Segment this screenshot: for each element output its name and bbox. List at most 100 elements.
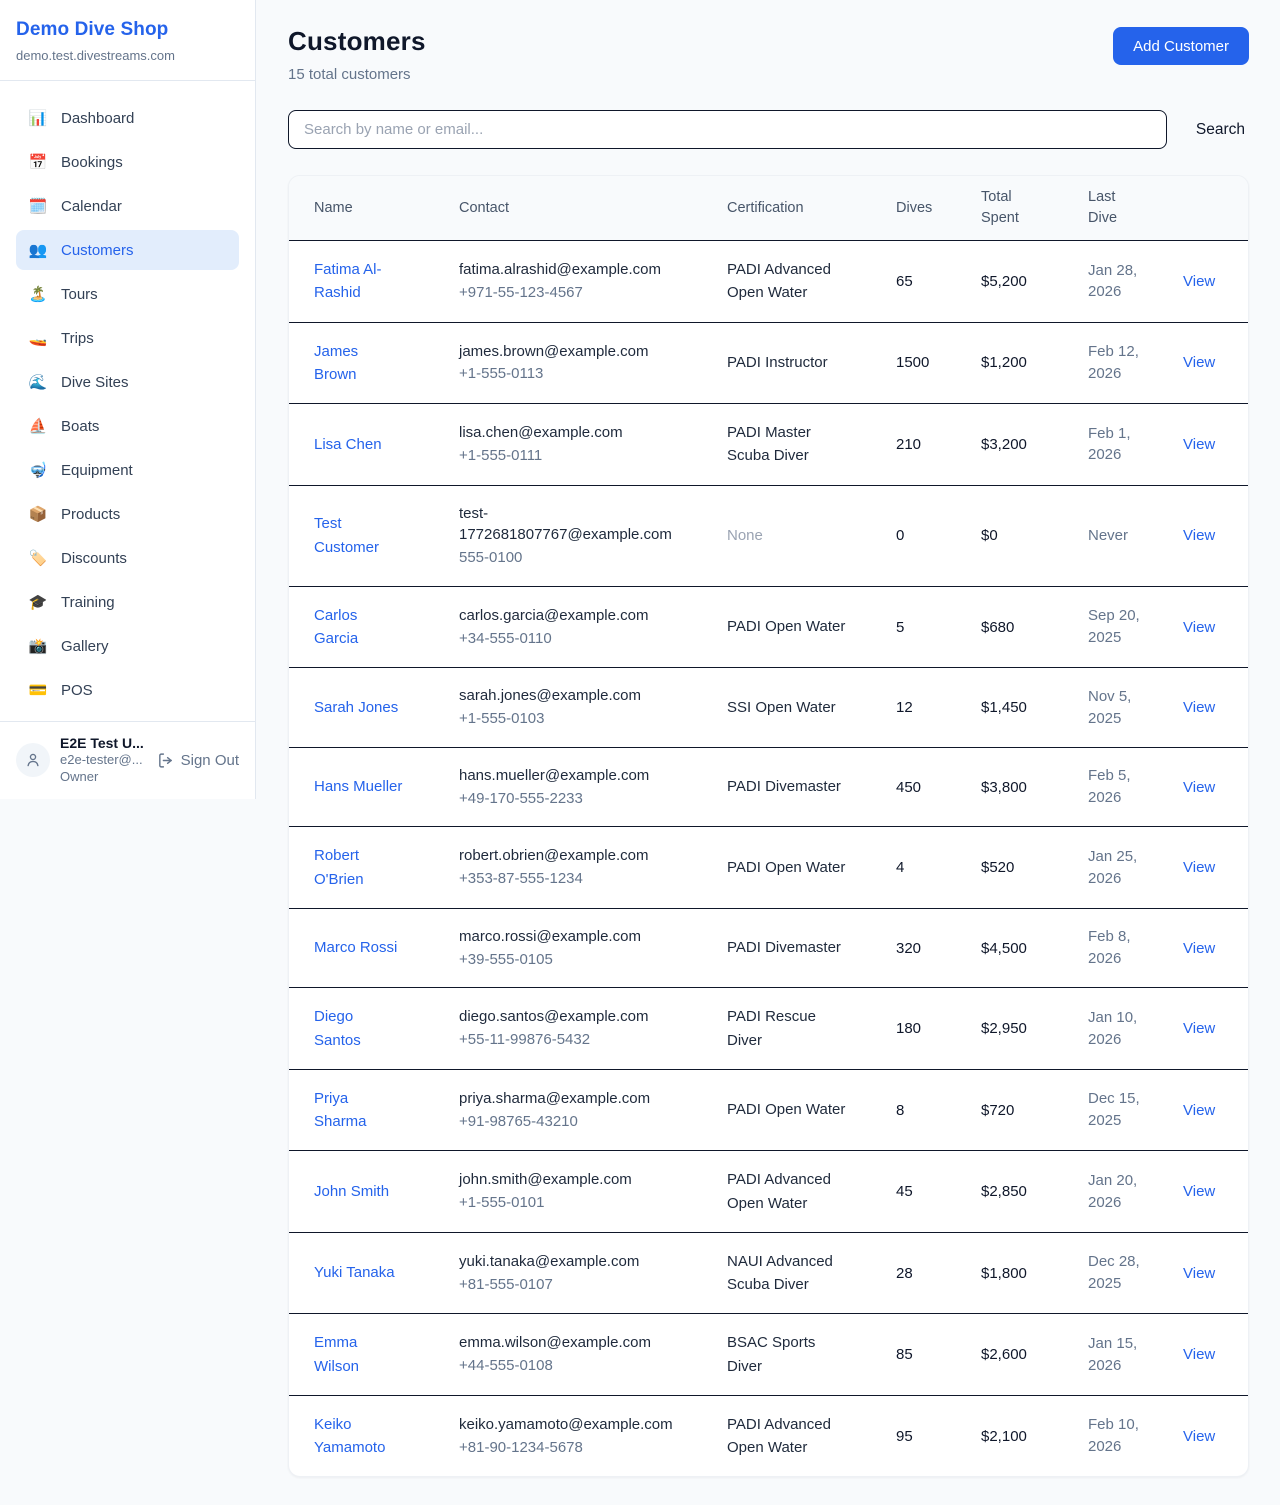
- customer-total-spent: $680: [965, 586, 1072, 668]
- view-link[interactable]: View: [1183, 527, 1215, 544]
- customer-name-link[interactable]: Robert O'Brien: [314, 844, 404, 891]
- customer-phone: +971-55-123-4567: [459, 282, 695, 304]
- search-button[interactable]: Search: [1192, 121, 1249, 139]
- view-link[interactable]: View: [1183, 1020, 1215, 1037]
- customer-name-link[interactable]: Lisa Chen: [314, 433, 382, 456]
- wave-icon: 🌊: [28, 373, 48, 391]
- view-link[interactable]: View: [1183, 1346, 1215, 1363]
- table-row: Test Customer test-1772681807767@example…: [289, 485, 1248, 586]
- view-link[interactable]: View: [1183, 1102, 1215, 1119]
- sidebar-item-dashboard[interactable]: 📊 Dashboard: [16, 98, 239, 138]
- user-name: E2E Test U...: [60, 735, 147, 753]
- customer-name-link[interactable]: Keiko Yamamoto: [314, 1413, 404, 1460]
- customer-name-link[interactable]: Marco Rossi: [314, 936, 397, 959]
- sidebar-item-training[interactable]: 🎓 Training: [16, 582, 239, 622]
- customer-phone: +39-555-0105: [459, 949, 695, 971]
- customer-last-dive: Never: [1088, 525, 1128, 547]
- table-row: Lisa Chen lisa.chen@example.com +1-555-0…: [289, 404, 1248, 486]
- page-header-text: Customers 15 total customers: [288, 26, 426, 83]
- sidebar-item-trips[interactable]: 🚤 Trips: [16, 318, 239, 358]
- customer-certification: PADI Open Water: [727, 856, 845, 879]
- customer-certification: PADI Open Water: [727, 1098, 845, 1121]
- customer-certification: PADI Rescue Diver: [727, 1005, 849, 1052]
- customer-certification: PADI Instructor: [727, 351, 828, 374]
- customer-phone: +44-555-0108: [459, 1355, 695, 1377]
- customer-email: yuki.tanaka@example.com: [459, 1251, 639, 1273]
- view-link[interactable]: View: [1183, 1265, 1215, 1282]
- customer-name-link[interactable]: John Smith: [314, 1180, 389, 1203]
- customer-name-link[interactable]: Emma Wilson: [314, 1331, 404, 1378]
- view-link[interactable]: View: [1183, 436, 1215, 453]
- customer-name-link[interactable]: Test Customer: [314, 512, 404, 559]
- customer-email: keiko.yamamoto@example.com: [459, 1414, 673, 1436]
- sign-out-button[interactable]: Sign Out: [157, 752, 239, 769]
- island-icon: 🏝️: [28, 285, 48, 303]
- sidebar-item-boats[interactable]: ⛵ Boats: [16, 406, 239, 446]
- customer-phone: +49-170-555-2233: [459, 788, 695, 810]
- customer-name-link[interactable]: Hans Mueller: [314, 775, 402, 798]
- view-link[interactable]: View: [1183, 273, 1215, 290]
- sidebar-item-bookings[interactable]: 📅 Bookings: [16, 142, 239, 182]
- customer-name-link[interactable]: Fatima Al-Rashid: [314, 258, 404, 305]
- customer-last-dive: Nov 5, 2025: [1088, 686, 1150, 730]
- view-link[interactable]: View: [1183, 1183, 1215, 1200]
- customer-last-dive: Jan 28, 2026: [1088, 260, 1150, 304]
- customer-total-spent: $5,200: [965, 241, 1072, 323]
- customer-total-spent: $4,500: [965, 908, 1072, 988]
- customer-certification: None: [727, 524, 763, 547]
- sidebar-item-calendar[interactable]: 🗓️ Calendar: [16, 186, 239, 226]
- view-link[interactable]: View: [1183, 354, 1215, 371]
- sidebar-item-gallery[interactable]: 📸 Gallery: [16, 626, 239, 666]
- customer-name-link[interactable]: Sarah Jones: [314, 696, 398, 719]
- view-link[interactable]: View: [1183, 859, 1215, 876]
- sidebar-header: Demo Dive Shop demo.test.divestreams.com: [0, 0, 255, 81]
- table-row: James Brown james.brown@example.com +1-5…: [289, 322, 1248, 404]
- sidebar-item-products[interactable]: 📦 Products: [16, 494, 239, 534]
- customer-total-spent: $0: [965, 485, 1072, 586]
- col-header-action: [1167, 176, 1248, 241]
- customer-certification: SSI Open Water: [727, 696, 836, 719]
- customer-dives: 28: [880, 1232, 965, 1314]
- col-header-total-spent: Total Spent: [965, 176, 1072, 241]
- shop-domain: demo.test.divestreams.com: [16, 48, 239, 63]
- customer-phone: +1-555-0111: [459, 445, 695, 467]
- sidebar-item-pos[interactable]: 💳 POS: [16, 670, 239, 710]
- add-customer-button[interactable]: Add Customer: [1113, 27, 1249, 65]
- camera-icon: 📸: [28, 637, 48, 655]
- customer-count: 15 total customers: [288, 66, 426, 83]
- customer-total-spent: $520: [965, 827, 1072, 909]
- view-link[interactable]: View: [1183, 619, 1215, 636]
- table-row: Emma Wilson emma.wilson@example.com +44-…: [289, 1314, 1248, 1396]
- sidebar-item-dive-sites[interactable]: 🌊 Dive Sites: [16, 362, 239, 402]
- customer-certification: PADI Open Water: [727, 615, 845, 638]
- customers-table-card: Name Contact Certification Dives Total S…: [288, 175, 1249, 1477]
- customer-name-link[interactable]: Yuki Tanaka: [314, 1261, 395, 1284]
- customer-phone: +353-87-555-1234: [459, 868, 695, 890]
- customer-dives: 45: [880, 1151, 965, 1233]
- sidebar-item-discounts[interactable]: 🏷️ Discounts: [16, 538, 239, 578]
- customer-name-link[interactable]: Priya Sharma: [314, 1087, 404, 1134]
- search-input[interactable]: [288, 110, 1167, 149]
- table-row: Diego Santos diego.santos@example.com +5…: [289, 988, 1248, 1070]
- customer-total-spent: $1,200: [965, 322, 1072, 404]
- sidebar-item-equipment[interactable]: 🤿 Equipment: [16, 450, 239, 490]
- sidebar-item-tours[interactable]: 🏝️ Tours: [16, 274, 239, 314]
- view-link[interactable]: View: [1183, 940, 1215, 957]
- view-link[interactable]: View: [1183, 779, 1215, 796]
- customer-phone: +1-555-0103: [459, 708, 695, 730]
- customer-dives: 180: [880, 988, 965, 1070]
- customer-total-spent: $2,850: [965, 1151, 1072, 1233]
- customer-name-link[interactable]: Carlos Garcia: [314, 604, 404, 651]
- col-header-last-dive: Last Dive: [1072, 176, 1167, 241]
- customer-name-link[interactable]: Diego Santos: [314, 1005, 404, 1052]
- customer-phone: +34-555-0110: [459, 628, 695, 650]
- speedboat-icon: 🚤: [28, 329, 48, 347]
- customer-dives: 12: [880, 668, 965, 748]
- view-link[interactable]: View: [1183, 1428, 1215, 1445]
- sidebar-item-customers[interactable]: 👥 Customers: [16, 230, 239, 270]
- customer-last-dive: Jan 20, 2026: [1088, 1170, 1150, 1214]
- calendar-icon: 📅: [28, 153, 48, 171]
- view-link[interactable]: View: [1183, 699, 1215, 716]
- customer-phone: 555-0100: [459, 547, 695, 569]
- customer-name-link[interactable]: James Brown: [314, 340, 404, 387]
